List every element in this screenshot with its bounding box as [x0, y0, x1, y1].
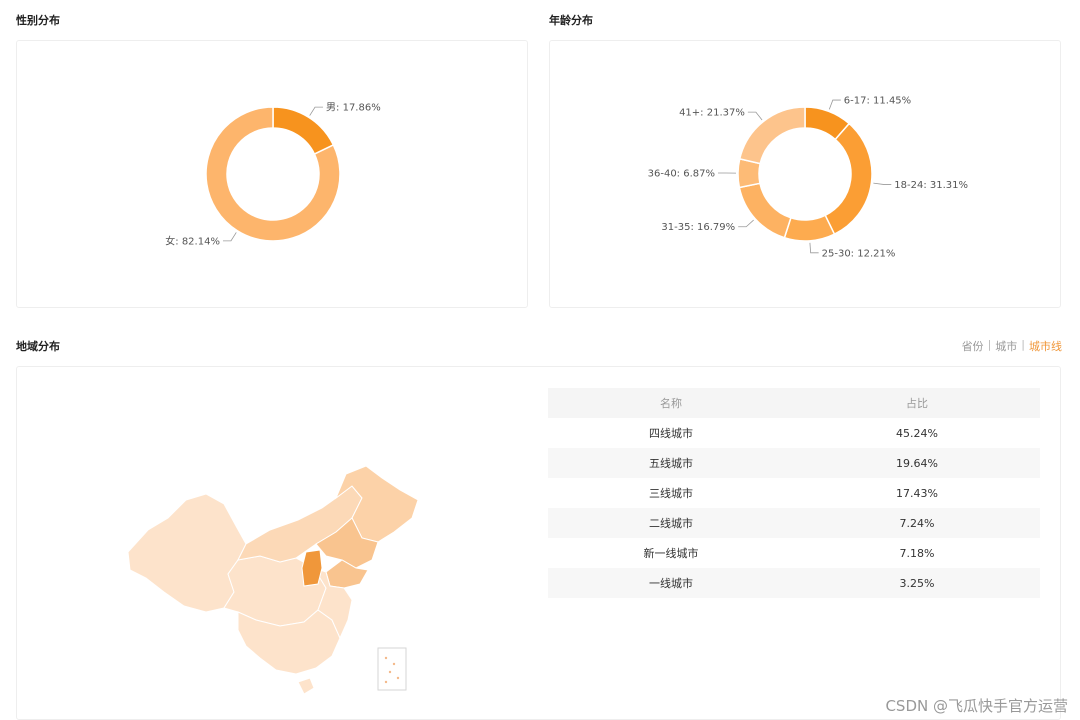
gender-donut-chart: 男: 17.86% 女: 82.14% [165, 102, 381, 248]
age-slice-label-0: 6-17: 11.45% [844, 96, 911, 107]
row-name: 一线城市 [649, 577, 693, 590]
age-slice-label-3: 31-35: 16.79% [661, 222, 735, 233]
row-name: 二线城市 [649, 517, 693, 530]
age-slice-label-5: 41+: 21.37% [679, 108, 745, 119]
age-leader-line-2 [809, 242, 819, 254]
column-header-share: 占比 [906, 397, 928, 410]
age-slice-5 [738, 106, 806, 165]
age-slice-label-4: 36-40: 6.87% [648, 169, 715, 180]
table-header-row: 名称 占比 [548, 388, 1040, 418]
row-share: 45.24% [896, 426, 938, 440]
row-name: 四线城市 [649, 427, 693, 440]
row-share: 19.64% [896, 456, 938, 470]
tab-separator: | [1021, 338, 1025, 351]
map-region-west [127, 493, 247, 613]
tab-separator: | [987, 338, 992, 351]
region-tabs: 省份 | 城市 | 城市线 [962, 338, 1062, 354]
row-name: 五线城市 [649, 457, 693, 470]
table-row: 二线城市 7.24% [548, 508, 1040, 538]
region-section-title: 地域分布 [16, 340, 60, 353]
map-region-hainan [297, 677, 315, 695]
table-row: 五线城市 19.64% [548, 448, 1040, 478]
gender-slice-label-1: 女: 82.14% [165, 234, 220, 247]
row-share: 17.43% [896, 486, 938, 500]
row-share: 7.18% [899, 546, 935, 560]
gender-section-title: 性别分布 [16, 14, 60, 27]
tab-city[interactable]: 城市 [995, 338, 1017, 354]
age-slice-3 [738, 182, 792, 239]
map-region-highlight [301, 549, 323, 587]
row-share: 7.24% [899, 516, 935, 530]
row-name: 三线城市 [649, 487, 693, 500]
row-name: 新一线城市 [643, 547, 699, 560]
age-slice-1 [824, 122, 873, 236]
age-leader-line-0 [828, 99, 841, 110]
tab-city-tier[interactable]: 城市线 [1029, 338, 1062, 354]
table-row: 一线城市 3.25% [548, 568, 1040, 598]
age-leader-line-5 [747, 111, 763, 121]
table-row: 新一线城市 7.18% [548, 538, 1040, 568]
age-leader-line-1 [873, 182, 892, 185]
city-tier-table: 名称 占比 四线城市 45.24% 五线城市 19.64% 三线城市 17.43… [548, 388, 1040, 598]
column-header-name: 名称 [660, 397, 682, 410]
table-row: 四线城市 45.24% [548, 418, 1040, 448]
china-map [127, 465, 419, 695]
age-slice-2 [783, 214, 836, 242]
map-inset-box [377, 647, 407, 691]
table-row: 三线城市 17.43% [548, 478, 1040, 508]
gender-slice-0 [272, 106, 335, 156]
gender-slice-label-0: 男: 17.86% [326, 102, 381, 114]
tab-province[interactable]: 省份 [962, 338, 984, 354]
age-section-title: 年龄分布 [549, 14, 593, 27]
age-donut-chart: 6-17: 11.45% 18-24: 31.31% 25-30: 12.21% 31… [648, 96, 968, 260]
age-leader-line-3 [738, 219, 754, 228]
watermark: CSDN @飞瓜快手官方运营 [885, 697, 1068, 715]
gender-leader-line-0 [309, 106, 324, 116]
age-slice-label-2: 25-30: 12.21% [822, 248, 896, 259]
gender-leader-line-1 [222, 232, 237, 242]
row-share: 3.25% [899, 576, 935, 590]
age-slice-label-1: 18-24: 31.31% [894, 180, 968, 191]
